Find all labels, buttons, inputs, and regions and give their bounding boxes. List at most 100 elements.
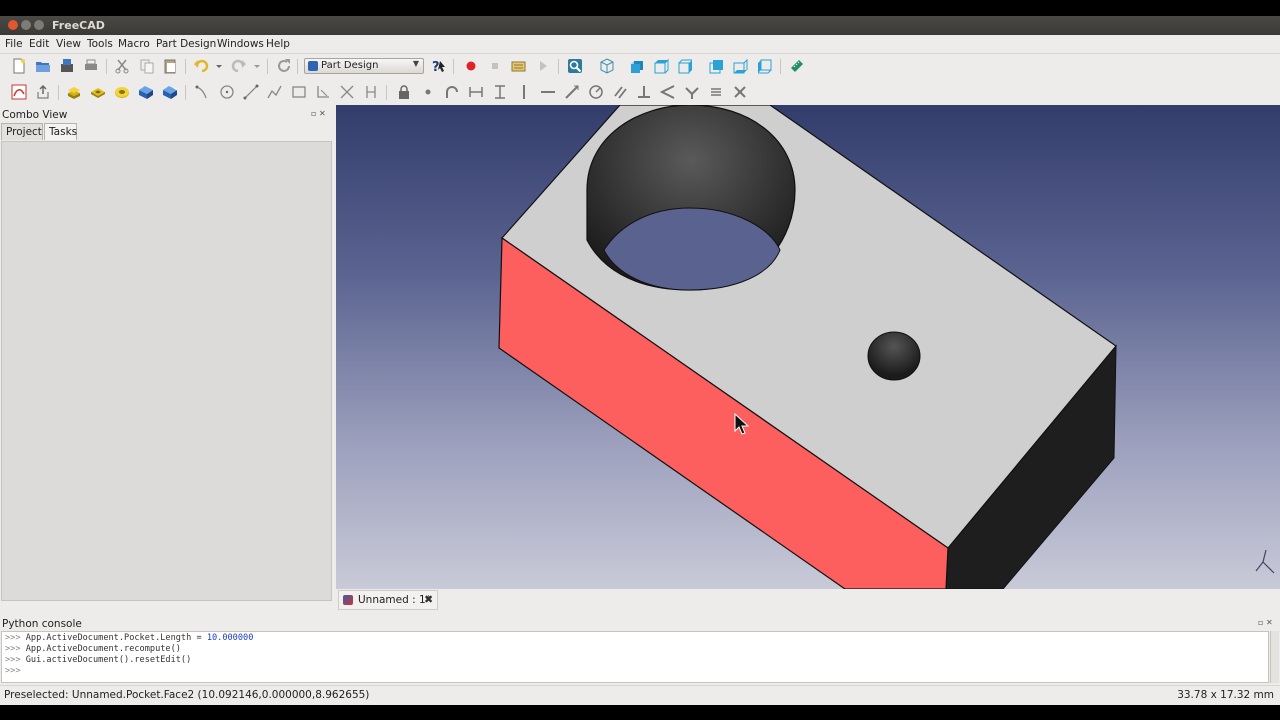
document-tab[interactable]: Unnamed : 1* ✖ <box>338 590 438 610</box>
vertical-constraint-icon[interactable] <box>516 84 532 100</box>
coincident-constraint-icon[interactable] <box>420 84 436 100</box>
python-console-panel: Python console ▫ ✕ >>> App.ActiveDocumen… <box>0 615 1280 685</box>
document-tab-label: Unnamed : 1* <box>358 594 431 606</box>
console-line: >>> App.ActiveDocument.Pocket.Length = 1… <box>5 633 254 643</box>
run-macro-icon[interactable] <box>535 58 551 74</box>
small-hole[interactable] <box>867 331 921 381</box>
axis-cross-icon <box>1255 549 1275 574</box>
refresh-icon[interactable] <box>276 58 292 74</box>
menu-macro[interactable]: Macro <box>118 38 150 50</box>
bottom-view-icon[interactable] <box>733 58 749 74</box>
menu-help[interactable]: Help <box>266 38 290 50</box>
python-console-input[interactable]: >>> App.ActiveDocument.Pocket.Length = 1… <box>1 631 1269 683</box>
revolution-icon[interactable] <box>114 84 130 100</box>
combo-view-panel: Combo View ▫ ✕ Project Tasks <box>0 106 334 602</box>
console-line: >>> App.ActiveDocument.recompute() <box>5 644 181 654</box>
left-view-icon[interactable] <box>757 58 773 74</box>
right-view-icon[interactable] <box>678 58 694 74</box>
distance-constraint-icon[interactable] <box>564 84 580 100</box>
3d-viewport[interactable] <box>336 105 1280 589</box>
measure-distance-icon[interactable] <box>789 58 805 74</box>
sketch-rectangle-icon[interactable] <box>291 84 307 100</box>
model-scene[interactable] <box>336 105 1280 589</box>
toggle-constraint-icon[interactable] <box>732 84 748 100</box>
pad-icon[interactable] <box>66 84 82 100</box>
tasks-panel <box>1 141 332 601</box>
tab-tasks[interactable]: Tasks <box>44 123 77 140</box>
save-icon[interactable] <box>59 58 75 74</box>
fit-all-icon[interactable] <box>567 58 583 74</box>
whats-this-icon[interactable]: ? <box>430 58 446 74</box>
menu-file[interactable]: File <box>5 38 23 50</box>
chamfer-icon[interactable] <box>162 84 178 100</box>
status-bar: Preselected: Unnamed.Pocket.Face2 (10.09… <box>0 685 1280 705</box>
menu-view[interactable]: View <box>56 38 81 50</box>
redo-dropdown-icon[interactable] <box>252 58 262 74</box>
sketch-circle-icon[interactable] <box>219 84 235 100</box>
parallel-constraint-icon[interactable] <box>612 84 628 100</box>
front-view-icon[interactable] <box>630 58 646 74</box>
cut-icon[interactable] <box>114 58 130 74</box>
symmetric-constraint-icon[interactable] <box>684 84 700 100</box>
create-sketch-icon[interactable] <box>11 84 27 100</box>
close-tab-icon[interactable]: ✖ <box>424 593 433 606</box>
horizontal-constraint-icon[interactable] <box>540 84 556 100</box>
redo-icon[interactable] <box>231 58 247 74</box>
console-scrollbar[interactable] <box>1270 631 1279 683</box>
sketch-polyline-icon[interactable] <box>267 84 283 100</box>
print-icon[interactable] <box>83 58 99 74</box>
stop-macro-icon[interactable] <box>487 58 503 74</box>
isometric-view-icon[interactable] <box>599 58 615 74</box>
tab-project[interactable]: Project <box>1 123 43 140</box>
close-window-button[interactable] <box>8 20 18 30</box>
record-macro-icon[interactable] <box>463 58 479 74</box>
freecad-window: FreeCAD File Edit View Tools Macro Part … <box>0 16 1280 705</box>
undo-dropdown-icon[interactable] <box>214 58 224 74</box>
leave-sketch-icon[interactable] <box>35 84 51 100</box>
menu-bar: File Edit View Tools Macro Part Design W… <box>0 35 1280 53</box>
chevron-down-icon: ▼ <box>412 59 419 68</box>
document-icon <box>343 595 353 605</box>
minimize-window-button[interactable] <box>21 20 31 30</box>
copy-icon[interactable] <box>139 58 155 74</box>
menu-tools[interactable]: Tools <box>87 38 113 50</box>
sketch-point-icon[interactable] <box>194 84 210 100</box>
combo-dock-buttons[interactable]: ▫ ✕ <box>311 109 331 119</box>
large-hole[interactable] <box>586 105 796 291</box>
open-file-icon[interactable] <box>35 58 51 74</box>
perpendicular-constraint-icon[interactable] <box>636 84 652 100</box>
document-tab-bar: Unnamed : 1* ✖ <box>336 589 1280 611</box>
fillet-icon[interactable] <box>138 84 154 100</box>
console-line: >>> Gui.activeDocument().resetEdit() <box>5 655 192 665</box>
new-document-icon[interactable] <box>11 58 27 74</box>
radius-constraint-icon[interactable] <box>588 84 604 100</box>
sketch-line-icon[interactable] <box>243 84 259 100</box>
window-title: FreeCAD <box>52 19 105 32</box>
angle-constraint-icon[interactable] <box>660 84 676 100</box>
tangent-constraint-icon[interactable] <box>444 84 460 100</box>
sketch-trim-icon[interactable] <box>339 84 355 100</box>
title-bar: FreeCAD <box>0 16 1280 35</box>
menu-edit[interactable]: Edit <box>29 38 49 50</box>
top-view-icon[interactable] <box>654 58 670 74</box>
python-console-title: Python console <box>2 618 82 630</box>
menu-windows[interactable]: Windows <box>217 38 264 50</box>
sketch-external-icon[interactable] <box>315 84 331 100</box>
rear-view-icon[interactable] <box>709 58 725 74</box>
paste-icon[interactable] <box>162 58 178 74</box>
pocket-icon[interactable] <box>90 84 106 100</box>
console-line: >>> <box>5 666 21 676</box>
edit-macro-icon[interactable] <box>511 58 527 74</box>
equal-constraint-icon[interactable] <box>708 84 724 100</box>
workbench-label: Part Design <box>321 60 379 71</box>
lock-constraint-icon[interactable] <box>396 84 412 100</box>
workbench-selector[interactable]: Part Design ▼ <box>304 58 424 74</box>
console-dock-buttons[interactable]: ▫ ✕ <box>1258 618 1278 628</box>
sketch-construction-icon[interactable] <box>363 84 379 100</box>
horizontal-distance-icon[interactable] <box>468 84 484 100</box>
menu-part-design[interactable]: Part Design <box>156 38 216 50</box>
part-design-toolbar <box>0 80 1280 106</box>
maximize-window-button[interactable] <box>34 20 44 30</box>
undo-icon[interactable] <box>193 58 209 74</box>
vertical-distance-icon[interactable] <box>492 84 508 100</box>
